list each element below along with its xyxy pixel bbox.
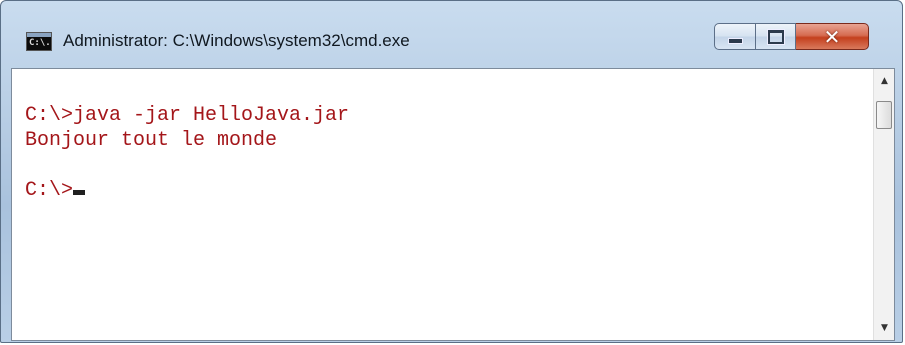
console-output[interactable]: C:\>java -jar HelloJava.jar Bonjour tout…	[12, 69, 874, 340]
scroll-down-arrow-icon[interactable]: ▼	[874, 318, 895, 338]
close-icon: ✕	[823, 24, 841, 49]
console-prompt-line[interactable]: C:\>	[25, 178, 874, 203]
scrollbar-thumb[interactable]	[876, 101, 892, 129]
maximize-icon	[767, 29, 784, 44]
cmd-icon[interactable]: C:\.	[26, 32, 52, 51]
maximize-button[interactable]	[756, 23, 796, 50]
cmd-window: C:\. Administrator: C:\Windows\system32\…	[0, 0, 903, 343]
close-button[interactable]: ✕	[796, 23, 869, 50]
title-bar[interactable]: C:\. Administrator: C:\Windows\system32\…	[1, 1, 902, 61]
vertical-scrollbar[interactable]: ▲ ▼	[873, 69, 894, 340]
minimize-button[interactable]	[714, 23, 756, 50]
scroll-up-arrow-icon[interactable]: ▲	[874, 71, 895, 91]
text-cursor	[73, 190, 86, 195]
console-line: C:\>java -jar HelloJava.jar	[25, 104, 350, 127]
minimize-icon	[727, 37, 743, 44]
window-title: Administrator: C:\Windows\system32\cmd.e…	[63, 31, 410, 50]
cmd-icon-text: C:\.	[29, 38, 51, 48]
console-line: Bonjour tout le monde	[25, 129, 278, 152]
console-prompt: C:\>	[25, 179, 74, 202]
caption-buttons: ✕	[714, 23, 869, 50]
console-client-area[interactable]: C:\>java -jar HelloJava.jar Bonjour tout…	[11, 68, 895, 341]
